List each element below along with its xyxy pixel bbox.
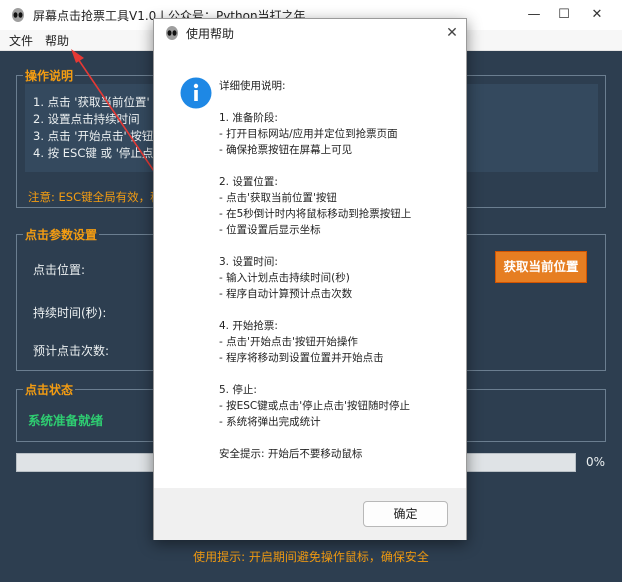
help-spacer <box>219 158 459 174</box>
instructions-title: 操作说明 <box>23 67 76 84</box>
help-line: 5. 停止: <box>219 384 257 396</box>
duration-label: 持续时间(秒): <box>33 306 107 320</box>
instruction-line: 2. 设置点击持续时间 <box>33 112 140 126</box>
help-line: - 确保抢票按钮在屏幕上可见 <box>219 144 353 156</box>
help-dialog: 使用帮助 ✕ 详细使用说明: 1. 准备阶段: - 打开目标网站/应用并定位到抢票… <box>153 18 467 540</box>
progress-percent: 0% <box>586 455 606 469</box>
dialog-close-button[interactable]: ✕ <box>442 23 462 43</box>
help-spacer <box>219 366 459 382</box>
help-line: 详细使用说明: <box>219 80 286 92</box>
help-spacer <box>219 302 459 318</box>
get-position-button[interactable]: 获取当前位置 <box>495 251 587 283</box>
minimize-button[interactable]: — <box>520 4 548 26</box>
position-label: 点击位置: <box>33 263 86 277</box>
menu-file[interactable]: 文件 <box>9 32 33 49</box>
help-line: - 点击'获取当前位置'按钮 <box>219 192 337 204</box>
help-line: - 按ESC键或点击'停止点击'按钮随时停止 <box>219 400 411 412</box>
help-line: 3. 设置时间: <box>219 256 278 268</box>
help-line: - 程序将移动到设置位置并开始点击 <box>219 352 384 364</box>
info-icon <box>180 77 212 109</box>
alien-icon <box>166 26 178 40</box>
dialog-title: 使用帮助 <box>186 27 235 41</box>
status-title: 点击状态 <box>23 381 76 398</box>
help-line: - 系统将弹出完成统计 <box>219 416 321 428</box>
help-line: - 程序自动计算预计点击次数 <box>219 288 353 300</box>
help-line: 1. 准备阶段: <box>219 112 278 124</box>
help-line: - 打开目标网站/应用并定位到抢票页面 <box>219 128 398 140</box>
menu-help[interactable]: 帮助 <box>45 32 69 49</box>
help-line: 4. 开始抢票: <box>219 320 278 332</box>
alien-icon <box>12 8 24 22</box>
help-spacer <box>219 238 459 254</box>
dialog-titlebar: 使用帮助 ✕ <box>154 19 466 47</box>
maximize-button[interactable]: ☐ <box>550 4 578 26</box>
help-line: - 输入计划点击持续时间(秒) <box>219 272 350 284</box>
help-line: - 点击'开始点击'按钮开始操作 <box>219 336 358 348</box>
help-line: - 在5秒倒计时内将鼠标移动到抢票按钮上 <box>219 208 412 220</box>
help-spacer <box>219 94 459 110</box>
help-line: 2. 设置位置: <box>219 176 278 188</box>
help-spacer <box>219 430 459 446</box>
dialog-footer: 确定 <box>154 488 466 540</box>
count-label: 预计点击次数: <box>33 344 110 358</box>
close-button[interactable]: ✕ <box>583 4 611 26</box>
help-line: - 位置设置后显示坐标 <box>219 224 321 236</box>
ok-button[interactable]: 确定 <box>363 501 448 527</box>
params-title: 点击参数设置 <box>23 226 100 243</box>
help-text: 详细使用说明: 1. 准备阶段: - 打开目标网站/应用并定位到抢票页面 - 确保… <box>219 78 459 462</box>
status-text: 系统准备就绪 <box>28 413 104 428</box>
help-line: 安全提示: 开始后不要移动鼠标 <box>219 448 363 460</box>
bottom-tip: 使用提示: 开启期间避免操作鼠标，确保安全 <box>193 550 429 564</box>
